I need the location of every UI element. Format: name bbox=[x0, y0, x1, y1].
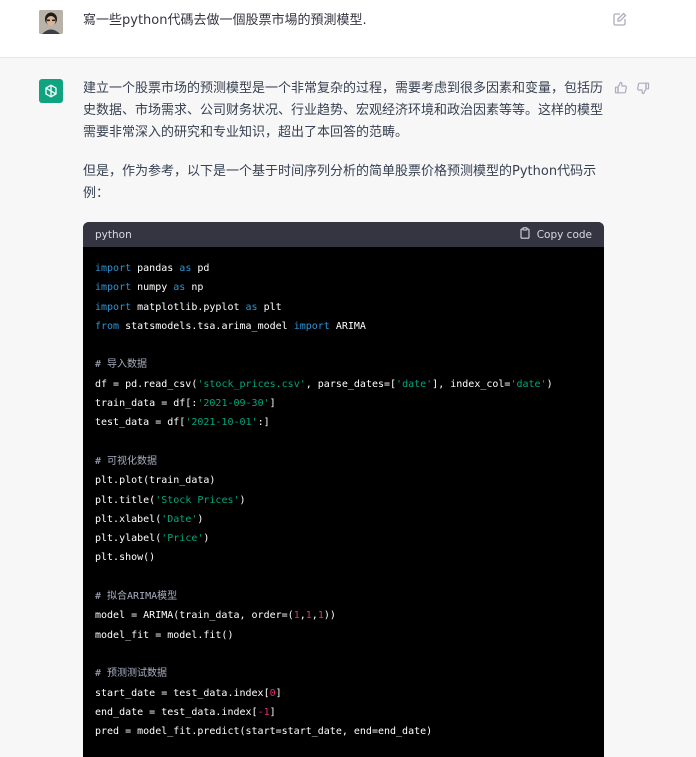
user-message-row: 寫一些python代碼去做一個股票市場的預測模型. bbox=[0, 0, 696, 58]
copy-code-label: Copy code bbox=[536, 228, 592, 241]
code-line: plt.ylabel('Price') bbox=[95, 533, 210, 545]
code-block: python Copy code import pandas as pd impo… bbox=[83, 222, 604, 757]
code-line: start_date = test_data.index[0] bbox=[95, 687, 282, 699]
user-message-text: 寫一些python代碼去做一個股票市場的預測模型. bbox=[83, 13, 367, 28]
code-line: pred = model_fit.predict(start=start_dat… bbox=[95, 726, 433, 738]
copy-code-button[interactable]: Copy code bbox=[519, 227, 592, 242]
thumbs-down-icon[interactable] bbox=[636, 80, 650, 95]
clipboard-icon bbox=[519, 227, 531, 242]
assistant-paragraph: 建立一个股票市场的预测模型是一个非常复杂的过程，需要考虑到很多因素和变量，包括历… bbox=[83, 81, 604, 140]
code-line: import numpy as np bbox=[95, 282, 204, 294]
code-line: import pandas as pd bbox=[95, 263, 210, 274]
code-line: df = pd.read_csv('stock_prices.csv', par… bbox=[95, 378, 553, 390]
code-line: train_data = df[:'2021-09-30'] bbox=[95, 398, 276, 410]
code-line: end_date = test_data.index[-1] bbox=[95, 706, 276, 718]
code-line: test_data = df['2021-10-01':] bbox=[95, 417, 270, 429]
code-line: from statsmodels.tsa.arima_model import … bbox=[95, 320, 366, 332]
code-line: # 拟合ARIMA模型 bbox=[95, 591, 178, 603]
code-body: import pandas as pd import numpy as np imp… bbox=[83, 247, 604, 741]
code-line: model_fit = model.fit() bbox=[95, 629, 234, 641]
code-line: model = ARIMA(train_data, order=(1,1,1)) bbox=[95, 610, 336, 622]
code-line: plt.xlabel('Date') bbox=[95, 513, 204, 525]
thumbs-up-icon[interactable] bbox=[614, 80, 628, 94]
code-line: import matplotlib.pyplot as plt bbox=[95, 301, 282, 313]
user-avatar bbox=[39, 10, 63, 34]
code-line: plt.plot(train_data) bbox=[95, 475, 216, 487]
assistant-paragraph: 但是，作为参考，以下是一个基于时间序列分析的简单股票价格预测模型的Python代… bbox=[83, 164, 597, 201]
openai-logo-icon bbox=[39, 79, 63, 103]
code-header: python Copy code bbox=[83, 222, 604, 247]
code-line: # 导入数据 bbox=[95, 359, 148, 371]
code-line: # 预测测试数据 bbox=[95, 668, 168, 680]
assistant-message-row: 建立一个股票市场的预测模型是一个非常复杂的过程，需要考虑到很多因素和变量，包括历… bbox=[0, 58, 696, 757]
code-language-label: python bbox=[95, 228, 132, 241]
code-line: plt.show() bbox=[95, 552, 156, 564]
edit-icon[interactable] bbox=[612, 11, 628, 27]
code-line: plt.title('Stock Prices') bbox=[95, 494, 246, 506]
code-line: # 可视化数据 bbox=[95, 455, 158, 467]
